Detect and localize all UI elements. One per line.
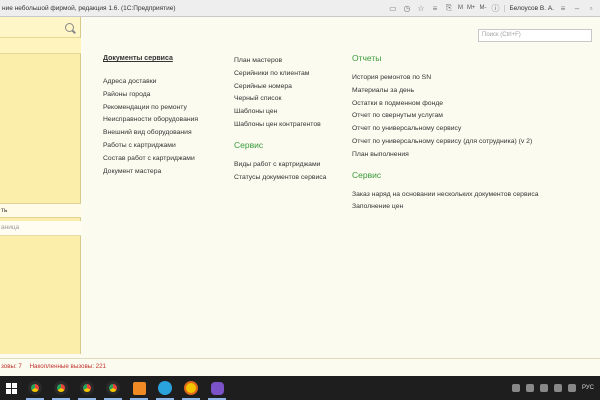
title-bar-tools: ▭ ◷ ☆ ≡ ⎘ M M+ M- ⓘ xyxy=(388,3,505,13)
window-title: ние небольшой фирмой, редакция 1.6. (1С:… xyxy=(2,4,176,12)
chrome-icon[interactable] xyxy=(22,376,48,400)
user-name[interactable]: Белоусов В. А. xyxy=(504,4,558,12)
column-service-documents: Документы сервиса Адреса доставки Районы… xyxy=(103,55,198,178)
menu-link[interactable]: Отчет по универсальному сервису (для сот… xyxy=(352,136,539,149)
menu-link[interactable]: Серийники по клиентам xyxy=(234,68,326,81)
chat-icon[interactable]: ▭ xyxy=(388,3,398,13)
sections-search[interactable] xyxy=(0,17,80,38)
star-icon[interactable]: ☆ xyxy=(416,3,426,13)
calls-count: зовы: 7 xyxy=(1,363,22,370)
memory-m-button[interactable]: M xyxy=(458,5,463,11)
menu-link[interactable]: Внешний вид оборудования xyxy=(103,127,198,140)
chrome-icon[interactable] xyxy=(48,376,74,400)
search-input[interactable]: Поиск (Ctrl+F) xyxy=(478,29,592,42)
section-title[interactable]: Документы сервиса xyxy=(103,55,198,62)
tray-app-icon[interactable] xyxy=(525,384,534,392)
telegram-icon[interactable] xyxy=(152,376,178,400)
menu-link[interactable]: Районы города xyxy=(103,89,198,102)
menu-link[interactable]: Отчет по универсальному сервису xyxy=(352,123,539,136)
menu-link[interactable]: Рекомендации по ремонту xyxy=(103,102,198,115)
network-icon[interactable] xyxy=(553,384,562,392)
chrome-icon[interactable] xyxy=(74,376,100,400)
panel-item[interactable]: ть xyxy=(0,203,81,218)
info-icon[interactable]: ⓘ xyxy=(490,3,500,13)
volume-icon[interactable] xyxy=(567,384,576,392)
menu-link[interactable]: Виды работ с картриджами xyxy=(234,159,326,172)
section-title-service: Сервис xyxy=(352,169,382,180)
sections-header xyxy=(0,38,81,54)
window-controls: ≡ – ▫ xyxy=(558,3,600,13)
menu-link[interactable]: Работы с картриджами xyxy=(103,140,198,153)
menu-link[interactable]: Заказ наряд на основании нескольких доку… xyxy=(352,189,539,202)
chrome-icon[interactable] xyxy=(100,376,126,400)
sections-panel: ть аница xyxy=(0,17,81,354)
search-icon[interactable] xyxy=(65,22,74,32)
taskbar: РУС xyxy=(0,376,600,400)
menu-link[interactable]: Серийные номера xyxy=(234,81,326,94)
menu-link[interactable]: Статусы документов сервиса xyxy=(234,172,326,185)
column-reports: Отчеты История ремонтов по SN Материалы … xyxy=(352,53,539,214)
accumulated-calls: Накопленные вызовы: 221 xyxy=(29,363,106,370)
clip-icon[interactable]: ⎘ xyxy=(444,3,454,13)
menu-link[interactable]: Документ мастера xyxy=(103,166,198,179)
menu-link[interactable]: Заполнение цен xyxy=(352,201,539,214)
tray-app-icon[interactable] xyxy=(511,384,520,392)
menu-link[interactable]: История ремонтов по SN xyxy=(352,72,539,85)
minimize-icon[interactable]: – xyxy=(572,3,582,13)
restore-icon[interactable]: ▫ xyxy=(586,3,596,13)
menu-link[interactable]: Шаблоны цен xyxy=(234,106,326,119)
menu-link[interactable]: План выполнения xyxy=(352,149,539,162)
menu-link[interactable]: Остатки в подменном фонде xyxy=(352,98,539,111)
menu-link[interactable]: Неисправности оборудования xyxy=(103,114,198,127)
sublime-text-icon[interactable] xyxy=(126,376,152,400)
memory-minus-button[interactable]: M- xyxy=(479,5,486,11)
list-icon[interactable]: ≡ xyxy=(430,3,440,13)
panel-item-start-page[interactable]: аница xyxy=(0,221,81,236)
history-icon[interactable]: ◷ xyxy=(402,3,412,13)
memory-plus-button[interactable]: M+ xyxy=(467,5,476,11)
menu-link[interactable]: Черный список xyxy=(234,93,326,106)
main-content: Поиск (Ctrl+F) Документы сервиса Адреса … xyxy=(82,17,600,354)
1c-enterprise-icon[interactable] xyxy=(178,376,204,400)
menu-link[interactable]: Отчет по свернутым услугам xyxy=(352,110,539,123)
windows-start-icon[interactable] xyxy=(0,376,22,400)
system-tray: РУС xyxy=(511,384,600,392)
title-bar: ние небольшой фирмой, редакция 1.6. (1С:… xyxy=(0,0,600,17)
column-catalogs: План мастеров Серийники по клиентам Сери… xyxy=(234,55,326,184)
menu-link[interactable]: Материалы за день xyxy=(352,85,539,98)
language-indicator[interactable]: РУС xyxy=(582,385,594,391)
menu-link[interactable]: План мастеров xyxy=(234,55,326,68)
status-bar: зовы: 7 Накопленные вызовы: 221 xyxy=(0,358,600,374)
menu-link[interactable]: Шаблоны цен контрагентов xyxy=(234,119,326,132)
menu-icon[interactable]: ≡ xyxy=(558,3,568,13)
section-title-service: Сервис xyxy=(234,139,264,150)
tray-app-icon[interactable] xyxy=(539,384,548,392)
menu-link[interactable]: Адреса доставки xyxy=(103,76,198,89)
section-title-reports: Отчеты xyxy=(352,53,382,63)
menu-link[interactable]: Состав работ с картриджами xyxy=(103,153,198,166)
viber-icon[interactable] xyxy=(204,376,230,400)
